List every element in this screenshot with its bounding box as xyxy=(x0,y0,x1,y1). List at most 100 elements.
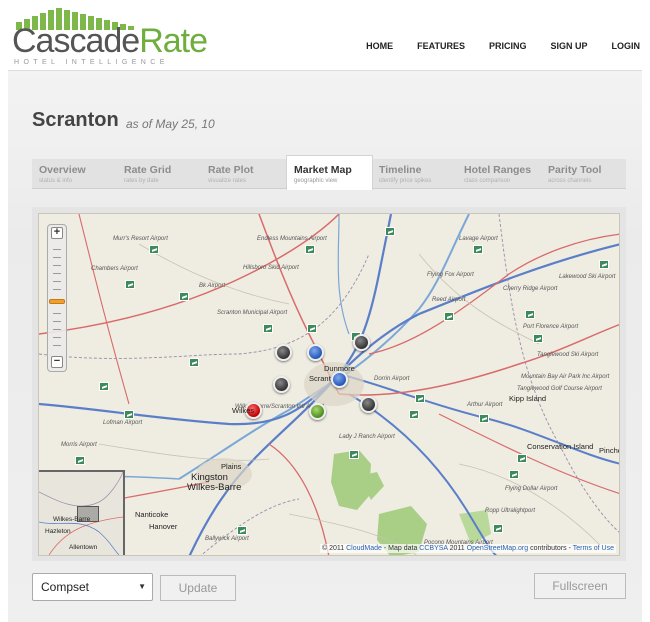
airport-icon xyxy=(237,526,247,535)
hotel-marker[interactable] xyxy=(360,396,377,413)
airport-label: Endless Mountains Airport xyxy=(257,236,327,242)
airport-label: Hillsboro Skid Airport xyxy=(243,265,299,271)
tab-title: Overview xyxy=(39,164,86,176)
nav-features[interactable]: FEATURES xyxy=(417,41,465,51)
overview-minimap[interactable]: Wilkes-Barre Hazleton Allentown xyxy=(39,470,125,555)
nav-login[interactable]: LOGIN xyxy=(612,41,641,51)
airport-icon xyxy=(517,454,527,463)
zoom-tick xyxy=(53,281,61,282)
airport-label: Dorrin Airport xyxy=(374,376,410,382)
city-label: Conservation Island xyxy=(527,442,594,451)
tab-subtitle: across channels xyxy=(548,178,592,184)
airport-label: Tanglewood Golf Course Airport xyxy=(517,386,602,392)
airport-icon xyxy=(493,524,503,533)
airport-label: Mountain Bay Air Park Inc Airport xyxy=(521,374,610,380)
hotel-marker[interactable] xyxy=(353,334,370,351)
attribution-text: - Map data xyxy=(381,545,420,552)
hotel-marker[interactable] xyxy=(307,344,324,361)
city-label: Pinchot xyxy=(599,446,619,455)
minimap-label: Hazleton xyxy=(45,528,71,535)
airport-icon xyxy=(99,382,109,391)
tab-subtitle: geographic view xyxy=(294,178,338,184)
airport-label: Chambers Airport xyxy=(91,266,138,272)
zoom-tick xyxy=(53,289,61,290)
zoom-tick xyxy=(53,257,61,258)
tab-timeline[interactable]: Timeline identify price spikes xyxy=(372,159,438,189)
compset-select[interactable]: Compset ▼ xyxy=(32,573,153,601)
city-label: Wilkes xyxy=(232,406,255,415)
airport-label: Tanglewood Ski Airport xyxy=(537,352,599,358)
attribution-text: 2011 xyxy=(447,545,467,552)
tab-hotel-ranges[interactable]: Hotel Ranges class comparison xyxy=(457,159,538,189)
tab-market-map[interactable]: Market Map geographic view xyxy=(286,155,373,190)
terms-link[interactable]: Terms of Use xyxy=(573,545,614,552)
brand-name-part1: Cascade xyxy=(12,22,140,60)
tab-subtitle: visualize rates xyxy=(208,178,247,184)
hotel-marker[interactable] xyxy=(309,403,326,420)
airport-icon xyxy=(415,394,425,403)
compset-value: Compset xyxy=(41,580,90,594)
tab-subtitle: class comparison xyxy=(464,178,511,184)
tab-rate-grid[interactable]: Rate Grid rates by date xyxy=(117,159,178,189)
airport-icon xyxy=(444,312,454,321)
airport-label: Ballywick Airport xyxy=(205,536,249,542)
airport-icon xyxy=(305,245,315,254)
airport-label: Scranton Municipal Airport xyxy=(217,310,288,316)
brand-name-part2: Rate xyxy=(139,22,208,60)
tab-parity-tool[interactable]: Parity Tool across channels xyxy=(541,159,608,189)
city-label: Hanover xyxy=(149,522,178,531)
zoom-tick xyxy=(53,345,61,346)
airport-icon xyxy=(263,324,273,333)
airport-icon xyxy=(149,245,159,254)
tab-title: Market Map xyxy=(294,164,352,176)
update-button[interactable]: Update xyxy=(160,575,236,601)
zoom-tick xyxy=(53,313,61,314)
cloudmade-link[interactable]: CloudMade xyxy=(346,545,382,552)
hotel-marker[interactable] xyxy=(331,371,348,388)
nav-pricing[interactable]: PRICING xyxy=(489,41,527,51)
city-label: Wilkes-Barre xyxy=(187,482,242,493)
brand-logo[interactable]: CascadeRate HOTEL INTELLIGENCE xyxy=(10,8,208,66)
zoom-out-button[interactable]: − xyxy=(51,356,63,368)
zoom-tick xyxy=(53,273,61,274)
airport-icon xyxy=(599,260,609,269)
top-nav: HOME FEATURES PRICING SIGN UP LOGIN xyxy=(366,41,640,51)
tab-title: Hotel Ranges xyxy=(464,164,532,176)
chevron-down-icon: ▼ xyxy=(138,582,146,591)
city-label: Nanticoke xyxy=(135,510,169,519)
osm-link[interactable]: OpenStreetMap.org xyxy=(467,545,528,552)
tab-rate-plot[interactable]: Rate Plot visualize rates xyxy=(201,159,261,189)
airport-label: Flying Dollar Airport xyxy=(505,486,558,492)
license-link[interactable]: CCBYSA xyxy=(419,545,447,552)
airport-icon xyxy=(385,227,395,236)
tab-subtitle: status & info xyxy=(39,178,73,184)
airport-label: Cherry Ridge Airport xyxy=(503,286,558,292)
minimap-label: Allentown xyxy=(69,544,98,551)
attribution-text: contributors - xyxy=(528,545,573,552)
airport-icon xyxy=(409,410,419,419)
tab-subtitle: rates by date xyxy=(124,178,159,184)
zoom-in-button[interactable]: + xyxy=(51,227,63,239)
airport-icon xyxy=(525,310,535,319)
zoom-handle[interactable] xyxy=(49,299,65,304)
zoom-slider[interactable]: + − xyxy=(47,224,67,372)
zoom-tick xyxy=(53,265,61,266)
airport-label: Lavage Airport xyxy=(459,236,498,242)
brand-name: CascadeRate xyxy=(12,22,208,60)
tab-overview[interactable]: Overview status & info xyxy=(32,159,93,189)
main-panel: Scranton as of May 25, 10 Overview statu… xyxy=(8,70,642,622)
page-title: Scranton xyxy=(32,109,119,131)
nav-home[interactable]: HOME xyxy=(366,41,393,51)
hotel-marker[interactable] xyxy=(275,344,292,361)
city-label: Kipp Island xyxy=(509,394,547,403)
hotel-marker[interactable] xyxy=(273,376,290,393)
nav-signup[interactable]: SIGN UP xyxy=(550,41,587,51)
zoom-tick xyxy=(53,249,61,250)
tab-bar: Overview status & info Rate Grid rates b… xyxy=(32,155,626,190)
market-map[interactable]: Murr's Resort Airport Chambers Airport E… xyxy=(38,213,620,556)
airport-icon xyxy=(307,324,317,333)
zoom-tick xyxy=(53,329,61,330)
as-of-date: as of May 25, 10 xyxy=(126,117,215,131)
fullscreen-button[interactable]: Fullscreen xyxy=(534,573,626,599)
airport-label: Bk Airport xyxy=(199,283,226,289)
